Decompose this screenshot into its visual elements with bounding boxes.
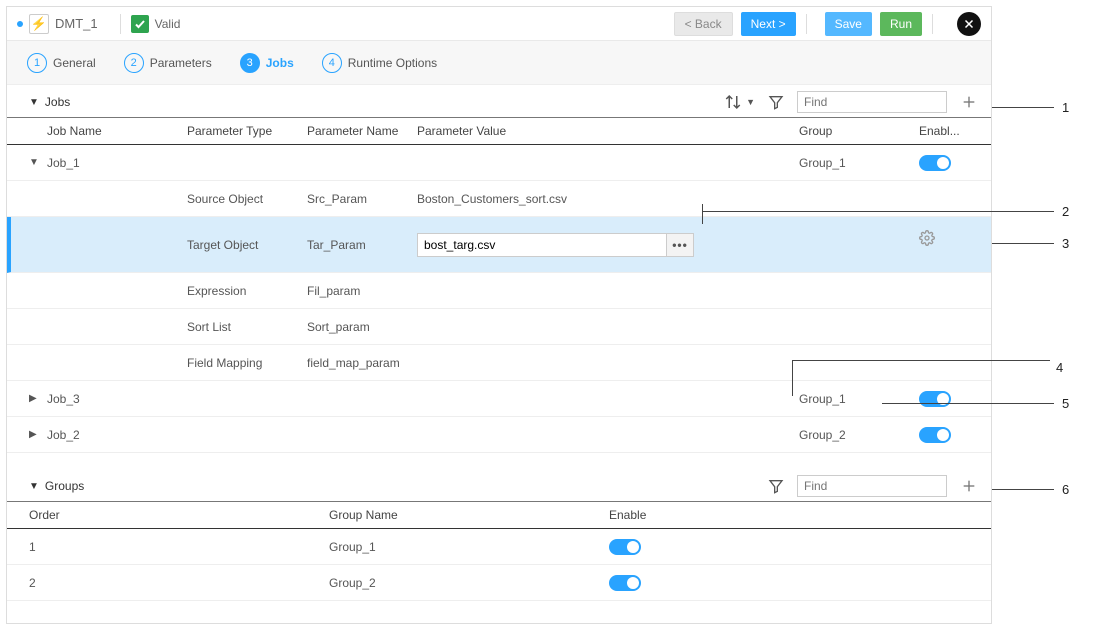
job-group: Group_1 [799, 156, 919, 170]
group-name: Group_2 [329, 576, 609, 590]
job-name: Job_1 [47, 156, 187, 170]
sort-dropdown-icon[interactable]: ▼ [746, 97, 755, 107]
groups-column-headers: Order Group Name Enable [7, 502, 991, 529]
param-type: Field Mapping [187, 356, 307, 370]
group-row[interactable]: 2 Group_2 [7, 565, 991, 601]
task-type-icon: ⚡ [29, 14, 49, 34]
title-bar: ⚡ DMT_1 Valid < Back Next > Save Run [7, 7, 991, 41]
collapse-icon[interactable]: ▼ [29, 97, 39, 108]
job-row[interactable]: ▶ Job_3 Group_1 [7, 381, 991, 417]
job-group: Group_2 [799, 428, 919, 442]
col-param-value[interactable]: Parameter Value [417, 124, 697, 138]
check-icon [131, 15, 149, 33]
param-name: field_map_param [307, 356, 417, 370]
jobs-title: Jobs [45, 95, 70, 109]
step-parameters[interactable]: 2 Parameters [124, 53, 212, 73]
validation-status: Valid [131, 15, 181, 33]
param-name: Sort_param [307, 320, 417, 334]
enable-toggle[interactable] [919, 427, 951, 443]
modified-indicator [17, 21, 23, 27]
task-title: DMT_1 [55, 16, 98, 31]
gear-icon[interactable] [919, 230, 979, 246]
group-name: Group_1 [329, 540, 609, 554]
collapse-icon[interactable]: ▼ [29, 481, 39, 492]
valid-label: Valid [155, 17, 181, 31]
col-param-type[interactable]: Parameter Type [187, 124, 307, 138]
close-button[interactable] [957, 12, 981, 36]
col-enable[interactable]: Enable [609, 508, 729, 522]
param-name: Src_Param [307, 192, 417, 206]
enable-toggle[interactable] [609, 575, 641, 591]
expand-icon[interactable]: ▶ [29, 393, 39, 404]
param-type: Expression [187, 284, 307, 298]
filter-icon[interactable] [767, 93, 785, 111]
run-button[interactable]: Run [880, 12, 922, 36]
jobs-find-input[interactable] [797, 91, 947, 113]
back-button[interactable]: < Back [674, 12, 733, 36]
param-row[interactable]: Source Object Src_Param Boston_Customers… [7, 181, 991, 217]
col-param-name[interactable]: Parameter Name [307, 124, 417, 138]
job-group: Group_1 [799, 392, 919, 406]
param-name: Tar_Param [307, 238, 417, 252]
groups-section-header: ▼ Groups [7, 469, 991, 502]
param-row-selected[interactable]: Target Object Tar_Param ••• [7, 217, 991, 273]
enable-toggle[interactable] [609, 539, 641, 555]
col-order[interactable]: Order [29, 508, 329, 522]
param-row[interactable]: Sort List Sort_param [7, 309, 991, 345]
col-job-name[interactable]: Job Name [47, 124, 187, 138]
enable-toggle[interactable] [919, 155, 951, 171]
groups-find-input[interactable] [797, 475, 947, 497]
next-button[interactable]: Next > [741, 12, 796, 36]
param-row[interactable]: Expression Fil_param [7, 273, 991, 309]
group-row[interactable]: 1 Group_1 [7, 529, 991, 565]
callout-tick [702, 204, 703, 224]
col-enabled[interactable]: Enabl... [919, 124, 979, 138]
browse-button[interactable]: ••• [666, 233, 694, 257]
expand-icon[interactable]: ▶ [29, 429, 39, 440]
divider [932, 14, 933, 34]
param-value-input[interactable] [417, 233, 667, 257]
job-row[interactable]: ▶ Job_2 Group_2 [7, 417, 991, 453]
group-order: 1 [29, 540, 329, 554]
param-row[interactable]: Field Mapping field_map_param [7, 345, 991, 381]
param-name: Fil_param [307, 284, 417, 298]
param-type: Sort List [187, 320, 307, 334]
param-type: Target Object [187, 238, 307, 252]
bolt-icon: ⚡ [31, 16, 47, 32]
enable-toggle[interactable] [919, 391, 951, 407]
annotation-callouts: 1 2 3 4 5 6 [992, 12, 1087, 630]
col-group[interactable]: Group [799, 124, 919, 138]
sort-icon[interactable] [724, 93, 742, 111]
filter-icon[interactable] [767, 477, 785, 495]
groups-title: Groups [45, 479, 84, 493]
group-order: 2 [29, 576, 329, 590]
job-name: Job_3 [47, 392, 187, 406]
wizard-steps: 1 General 2 Parameters 3 Jobs 4 Runtime … [7, 41, 991, 85]
divider [120, 14, 121, 34]
job-name: Job_2 [47, 428, 187, 442]
param-value: Boston_Customers_sort.csv [417, 192, 697, 206]
add-job-button[interactable] [959, 92, 979, 112]
jobs-section-header: ▼ Jobs ▼ [7, 85, 991, 118]
col-group-name[interactable]: Group Name [329, 508, 609, 522]
jobs-column-headers: Job Name Parameter Type Parameter Name P… [7, 118, 991, 145]
step-general[interactable]: 1 General [27, 53, 96, 73]
step-jobs[interactable]: 3 Jobs [240, 53, 294, 73]
param-type: Source Object [187, 192, 307, 206]
save-button[interactable]: Save [825, 12, 872, 36]
divider [806, 14, 807, 34]
step-runtime-options[interactable]: 4 Runtime Options [322, 53, 437, 73]
job-row[interactable]: ▼ Job_1 Group_1 [7, 145, 991, 181]
expand-icon[interactable]: ▼ [29, 157, 39, 168]
add-group-button[interactable] [959, 476, 979, 496]
